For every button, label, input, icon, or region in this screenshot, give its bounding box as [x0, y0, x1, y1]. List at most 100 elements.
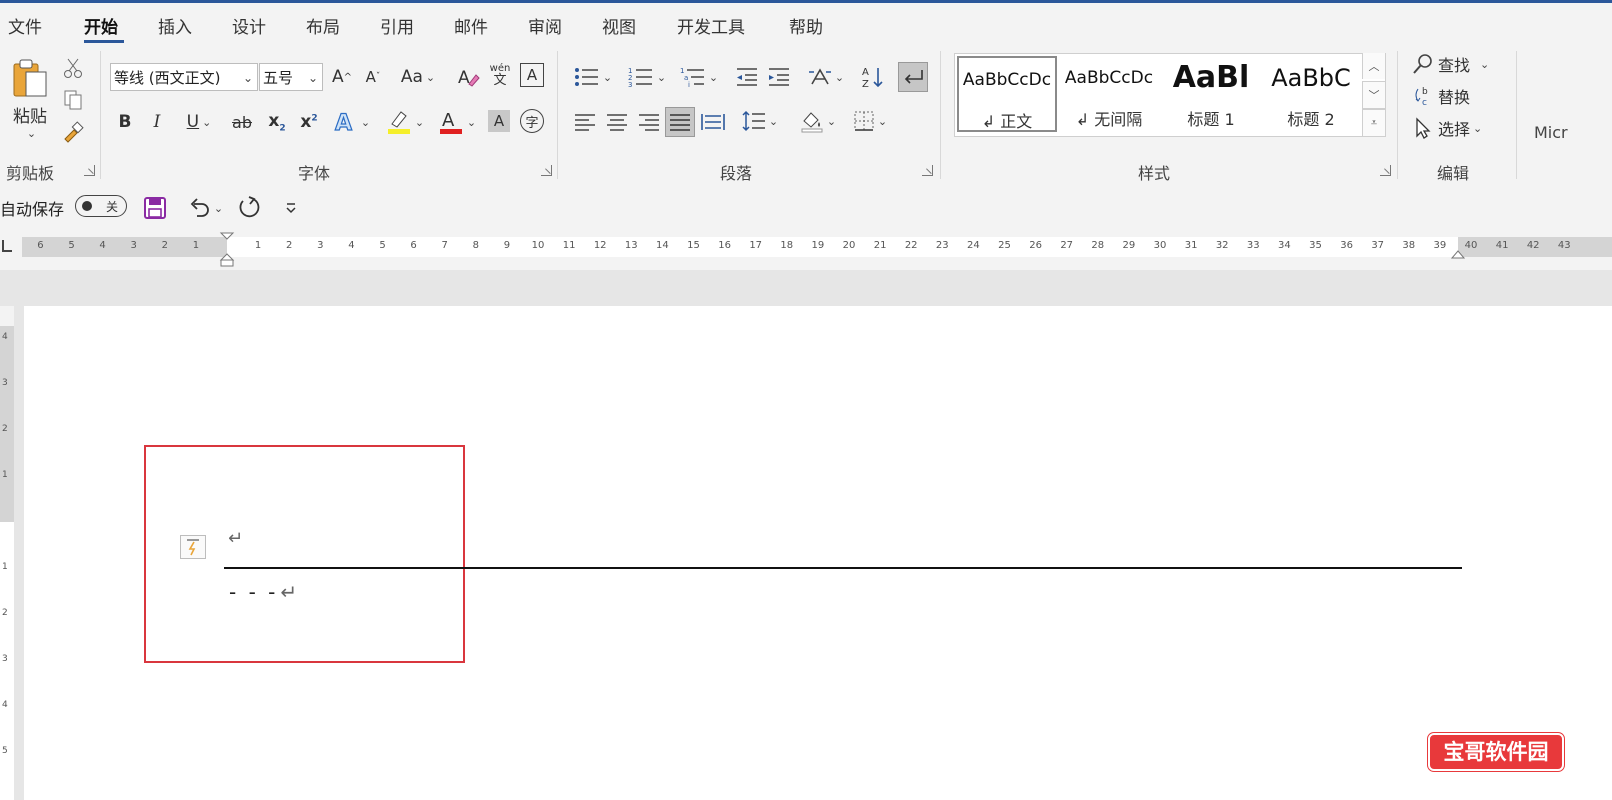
separator — [100, 51, 101, 179]
gallery-scroll-up[interactable]: ︿ — [1362, 53, 1385, 79]
vruler-number: 1 — [2, 470, 8, 480]
sort-icon: AZ — [862, 67, 883, 89]
italic-button[interactable]: I — [146, 109, 168, 135]
font-color-icon: A — [439, 110, 462, 134]
phonetic-guide-char: 文 — [493, 72, 507, 88]
align-left-button[interactable] — [572, 109, 598, 135]
clear-formatting-button[interactable]: A — [454, 63, 482, 91]
ruler-number: 4 — [348, 240, 355, 251]
paragraph-group-label: 段落 — [720, 164, 753, 183]
superscript-button[interactable]: x2 — [296, 109, 322, 135]
indent-markers-icon[interactable] — [219, 232, 235, 268]
show-formatting-marks-button[interactable] — [898, 62, 928, 92]
find-button[interactable]: 查找 ⌄ — [1412, 51, 1489, 77]
ruler-number: 30 — [1153, 240, 1167, 251]
paste-button[interactable]: 粘贴 ⌄ — [8, 53, 52, 143]
font-name-select[interactable]: 等线 (西文正文) ⌄ — [110, 63, 258, 91]
character-border-button[interactable]: A — [520, 63, 544, 87]
clipboard-launcher-icon[interactable] — [84, 165, 95, 176]
highlight-button[interactable]: ⌄ — [382, 107, 428, 137]
chinese-layout-button[interactable]: ⌄ — [804, 63, 848, 91]
copy-button[interactable] — [60, 87, 86, 113]
tab-mailings[interactable]: 邮件 — [454, 13, 488, 38]
dashes-text[interactable]: - - - ↵ — [229, 580, 297, 604]
style-heading-2-sample: AaBbC — [1271, 64, 1351, 92]
tab-review[interactable]: 审阅 — [528, 13, 562, 38]
ruler-number: 11 — [562, 240, 576, 251]
style-heading-1[interactable]: AaBl 标题 1 — [1161, 56, 1261, 132]
style-normal-name: ↲ 正文 — [981, 112, 1033, 131]
grow-font-button[interactable]: A ^ — [329, 63, 355, 91]
style-heading-1-name: 标题 1 — [1187, 110, 1235, 129]
paste-dropdown-icon: ⌄ — [26, 127, 37, 140]
ruler-number: 6 — [37, 240, 44, 251]
chevron-up-icon: ︿ — [1368, 60, 1380, 73]
phonetic-guide-button[interactable]: wén 文 — [486, 59, 514, 91]
gallery-scroll-down[interactable]: ﹀ — [1362, 81, 1386, 109]
borders-button[interactable]: ⌄ — [848, 107, 892, 135]
svg-text:A: A — [862, 67, 869, 78]
bold-button[interactable]: B — [114, 109, 136, 135]
ruler-number: 1 — [254, 240, 262, 251]
tab-references[interactable]: 引用 — [380, 13, 414, 38]
increase-indent-button[interactable] — [766, 64, 792, 90]
format-painter-button[interactable] — [60, 119, 86, 145]
right-indent-marker-icon[interactable] — [1451, 250, 1465, 260]
style-heading-2[interactable]: AaBbC 标题 2 — [1261, 56, 1361, 132]
numbering-button[interactable]: 123 ⌄ — [624, 63, 670, 91]
font-color-button[interactable]: A ⌄ — [434, 107, 480, 137]
subscript-button[interactable]: x2 — [264, 109, 290, 135]
tab-layout[interactable]: 布局 — [306, 13, 340, 38]
overflow-group-label[interactable]: Micr — [1534, 123, 1568, 142]
ruler-number: 13 — [624, 240, 638, 251]
line-spacing-button[interactable]: ⌄ — [738, 107, 782, 135]
multilevel-list-button[interactable]: 1ai ⌄ — [676, 63, 722, 91]
tab-file[interactable]: 文件 — [8, 13, 42, 38]
chevron-down-icon: ⌄ — [1480, 57, 1490, 71]
select-button[interactable]: 选择 ⌄ — [1412, 115, 1482, 141]
align-center-button[interactable] — [604, 109, 630, 135]
undo-button[interactable]: ⌄ — [184, 195, 226, 221]
tab-help[interactable]: 帮助 — [789, 13, 823, 38]
style-no-spacing[interactable]: AaBbCcDc ↲ 无间隔 — [1059, 56, 1159, 132]
cut-button[interactable] — [60, 55, 86, 81]
paragraph-launcher-icon[interactable] — [922, 165, 933, 176]
align-right-button[interactable] — [636, 109, 662, 135]
svg-text:c: c — [1422, 98, 1427, 107]
font-launcher-icon[interactable] — [541, 165, 552, 176]
change-case-button[interactable]: Aa ⌄ — [396, 63, 440, 91]
style-normal[interactable]: AaBbCcDc ↲ 正文 — [957, 56, 1057, 132]
text-effects-button[interactable]: A ⌄ — [330, 107, 374, 137]
tab-design[interactable]: 设计 — [232, 13, 266, 38]
enclose-characters-button[interactable]: 字 — [520, 109, 544, 133]
underline-button[interactable]: U ⌄ — [176, 109, 222, 135]
vertical-ruler[interactable]: 4 3 2 1 1 2 3 4 5 — [0, 306, 14, 800]
strikethrough-button[interactable]: ab — [228, 109, 256, 135]
customize-qat-button[interactable] — [280, 196, 302, 220]
styles-launcher-icon[interactable] — [1380, 165, 1391, 176]
autosave-toggle[interactable]: 关 — [75, 195, 127, 217]
bullets-button[interactable]: ⌄ — [570, 63, 616, 91]
phonetic-guide-pinyin: wén — [489, 62, 511, 74]
redo-button[interactable] — [236, 194, 262, 220]
character-shading-button[interactable]: A — [488, 110, 510, 132]
watermark-logo: 宝哥软件园 — [1428, 733, 1564, 771]
tab-developer[interactable]: 开发工具 — [677, 13, 745, 38]
gallery-more[interactable]: ⩡ — [1362, 109, 1386, 137]
tab-insert[interactable]: 插入 — [158, 13, 192, 38]
sort-button[interactable]: AZ — [860, 64, 886, 90]
replace-button[interactable]: bc 替换 — [1412, 83, 1470, 109]
tab-view[interactable]: 视图 — [602, 13, 636, 38]
shading-button[interactable]: ⌄ — [796, 107, 840, 135]
distributed-button[interactable] — [700, 109, 726, 135]
vruler-number: 2 — [2, 608, 8, 618]
justify-button[interactable] — [665, 107, 695, 137]
tab-selector-icon[interactable] — [2, 240, 12, 252]
font-size-select[interactable]: 五号 ⌄ — [259, 63, 323, 91]
tab-home[interactable]: 开始 — [84, 13, 118, 38]
autoformat-options-button[interactable] — [180, 535, 206, 559]
save-button[interactable] — [142, 195, 168, 221]
ruler-number: 6 — [410, 240, 417, 251]
shrink-font-button[interactable]: Aˇ — [360, 63, 386, 91]
decrease-indent-button[interactable] — [734, 64, 760, 90]
